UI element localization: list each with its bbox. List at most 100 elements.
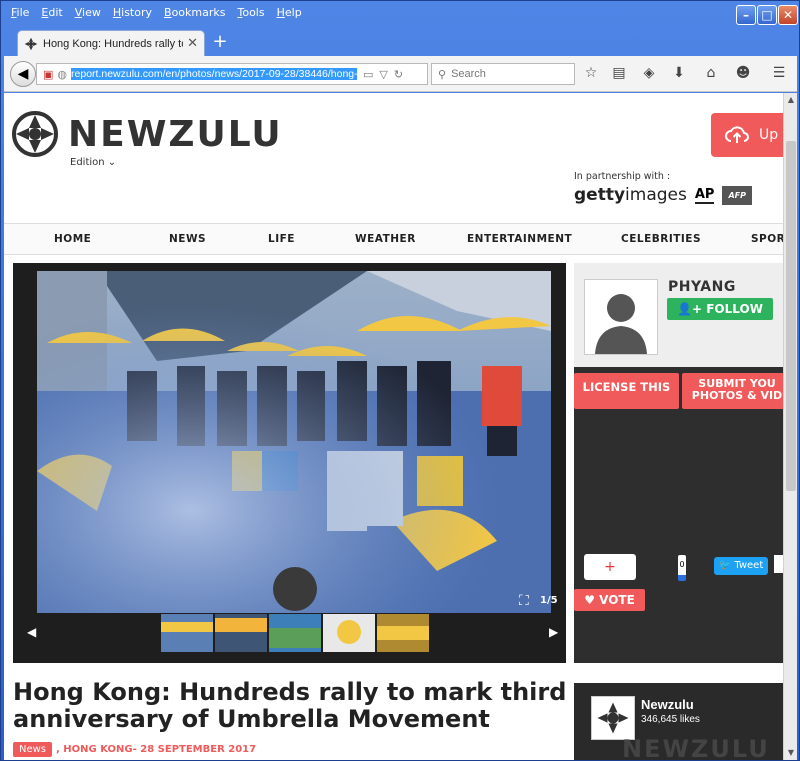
facebook-share-box[interactable] [774, 555, 783, 573]
tweet-button[interactable]: 🐦 Tweet [714, 557, 768, 575]
cloud-upload-icon [725, 126, 749, 143]
tab-close-icon[interactable]: ✕ [187, 36, 198, 51]
article-location: , HONG KONG [56, 744, 133, 755]
photo-sidebar: PHYANG 👤+ FOLLOW LICENSE THIS SUBMIT YOU… [574, 263, 783, 663]
protest-photo-image [37, 271, 551, 613]
menu-edit[interactable]: Edit [35, 4, 68, 24]
search-input[interactable]: ⚲ Search [431, 63, 575, 85]
thumbnail-strip [161, 614, 429, 652]
next-photo-arrow-icon[interactable]: ▶ [549, 625, 558, 639]
nav-sport[interactable]: SPOR [751, 233, 783, 245]
browser-tab[interactable]: Hong Kong: Hundreds rally to... ✕ [17, 30, 205, 56]
main-photo[interactable] [37, 271, 551, 613]
ap-logo[interactable]: AP [694, 187, 715, 204]
reader-view-icon[interactable]: ▭ [363, 68, 373, 81]
menu-view[interactable]: View [69, 4, 107, 24]
nav-life[interactable]: LIFE [268, 233, 295, 245]
close-window-button[interactable]: ✕ [778, 5, 798, 25]
brand-wordmark: NEWZULU [68, 113, 283, 155]
search-placeholder: Search [451, 68, 486, 80]
globe-icon: ◍ [57, 67, 68, 81]
nav-celebrities[interactable]: CELEBRITIES [621, 233, 701, 245]
nav-entertainment[interactable]: ENTERTAINMENT [467, 233, 572, 245]
scroll-down-arrow-icon[interactable]: ▼ [784, 746, 798, 760]
facebook-page-logo[interactable] [591, 696, 635, 740]
site-logo[interactable]: NEWZULU [12, 111, 283, 157]
article-headline: Hong Kong: Hundreds rally to mark third … [13, 678, 567, 733]
navigation-toolbar: ◀ ▣ ◍ report.newzulu.com/en/photos/news/… [4, 56, 797, 92]
home-icon[interactable]: ⌂ [702, 65, 720, 81]
web-page: NEWZULU Edition ⌄ Up In partnership with… [4, 93, 783, 760]
submit-line-2: PHOTOS & VID [691, 389, 783, 402]
minimize-button[interactable]: – [736, 5, 756, 25]
back-button[interactable]: ◀ [10, 61, 36, 87]
thumbnail-5[interactable] [377, 614, 429, 652]
menu-file[interactable]: File [5, 4, 35, 24]
scrollbar-thumb[interactable] [786, 141, 796, 491]
menu-bar: File Edit View History Bookmarks Tools H… [5, 4, 308, 24]
google-plus-button[interactable]: + [584, 554, 636, 580]
edition-label: Edition [70, 157, 105, 168]
tab-title: Hong Kong: Hundreds rally to... [43, 37, 184, 50]
main-navigation: HOME NEWS LIFE WEATHER ENTERTAINMENT CEL… [4, 223, 783, 255]
newzulu-logo-icon [12, 111, 58, 157]
facebook-page-widget[interactable]: Newzulu 346,645 likes NEWZULU [574, 683, 783, 760]
thumbnail-1[interactable] [161, 614, 213, 652]
thumbnail-4[interactable] [323, 614, 375, 652]
license-this-button[interactable]: LICENSE THIS [574, 373, 679, 409]
bookmarks-list-icon[interactable]: ▤ [610, 65, 628, 81]
photo-gallery: ⛶ 1/5 ◀ ▶ [13, 263, 566, 663]
newzulu-logo-icon [597, 702, 629, 734]
chevron-down-icon: ⌄ [107, 157, 117, 168]
thumbnail-2[interactable] [215, 614, 267, 652]
article-meta: News , HONG KONG - 28 SEPTEMBER 2017 [13, 742, 256, 757]
heart-icon: ♥ [584, 593, 600, 607]
nav-news[interactable]: NEWS [169, 233, 206, 245]
submit-photos-button[interactable]: SUBMIT YOU PHOTOS & VID [682, 373, 783, 409]
article-date: - 28 SEPTEMBER 2017 [132, 744, 257, 755]
upload-button[interactable]: Up [711, 113, 783, 157]
follow-label: FOLLOW [706, 302, 763, 316]
pocket-icon[interactable]: ◈ [640, 65, 658, 81]
url-text[interactable]: report.newzulu.com/en/photos/news/2017-0… [71, 68, 358, 80]
reload-icon[interactable]: ↻ [394, 68, 403, 81]
scroll-up-arrow-icon[interactable]: ▲ [784, 93, 798, 107]
previous-photo-arrow-icon[interactable]: ◀ [27, 625, 36, 639]
dropdown-arrow-icon[interactable]: ▽ [379, 68, 387, 81]
facebook-cover-text: NEWZULU [622, 735, 770, 760]
partner-logos: gettyimages AP AFP [574, 185, 752, 205]
menu-tools[interactable]: Tools [231, 4, 270, 24]
thumbnail-3[interactable] [269, 614, 321, 652]
partnership-label: In partnership with : [574, 171, 671, 182]
afp-logo[interactable]: AFP [722, 185, 752, 205]
facebook-page-name[interactable]: Newzulu [641, 697, 694, 712]
edition-selector[interactable]: Edition ⌄ [70, 157, 116, 168]
author-name[interactable]: PHYANG [668, 279, 736, 295]
search-icon: ⚲ [438, 68, 447, 81]
follow-button[interactable]: 👤+ FOLLOW [667, 298, 773, 320]
twitter-bird-icon: 🐦 [718, 560, 735, 571]
bookmark-star-icon[interactable]: ☆ [582, 65, 600, 81]
chat-icon[interactable]: ☻ [734, 65, 752, 81]
newzulu-favicon-icon [24, 37, 38, 50]
download-icon[interactable]: ⬇ [670, 65, 688, 81]
vote-button[interactable]: ♥ VOTE [574, 589, 645, 611]
new-tab-button[interactable]: + [209, 31, 231, 53]
avatar[interactable] [584, 279, 658, 355]
menu-history[interactable]: History [107, 4, 158, 24]
browser-window: File Edit View History Bookmarks Tools H… [0, 0, 800, 761]
menu-bookmarks[interactable]: Bookmarks [158, 4, 231, 24]
fullscreen-icon[interactable]: ⛶ [519, 593, 529, 609]
hamburger-menu-icon[interactable]: ☰ [770, 65, 788, 81]
site-security-icon[interactable]: ▣ [43, 68, 53, 81]
maximize-button[interactable]: □ [757, 5, 777, 25]
getty-images-logo[interactable]: gettyimages [574, 185, 687, 205]
nav-home[interactable]: HOME [54, 233, 91, 245]
user-silhouette-icon [585, 280, 657, 354]
page-scrollbar[interactable]: ▲ ▼ [783, 93, 797, 760]
menu-help[interactable]: Help [271, 4, 308, 24]
category-badge[interactable]: News [13, 742, 53, 757]
vote-label: VOTE [599, 593, 635, 607]
nav-weather[interactable]: WEATHER [355, 233, 416, 245]
url-bar[interactable]: ▣ ◍ report.newzulu.com/en/photos/news/20… [36, 63, 428, 85]
